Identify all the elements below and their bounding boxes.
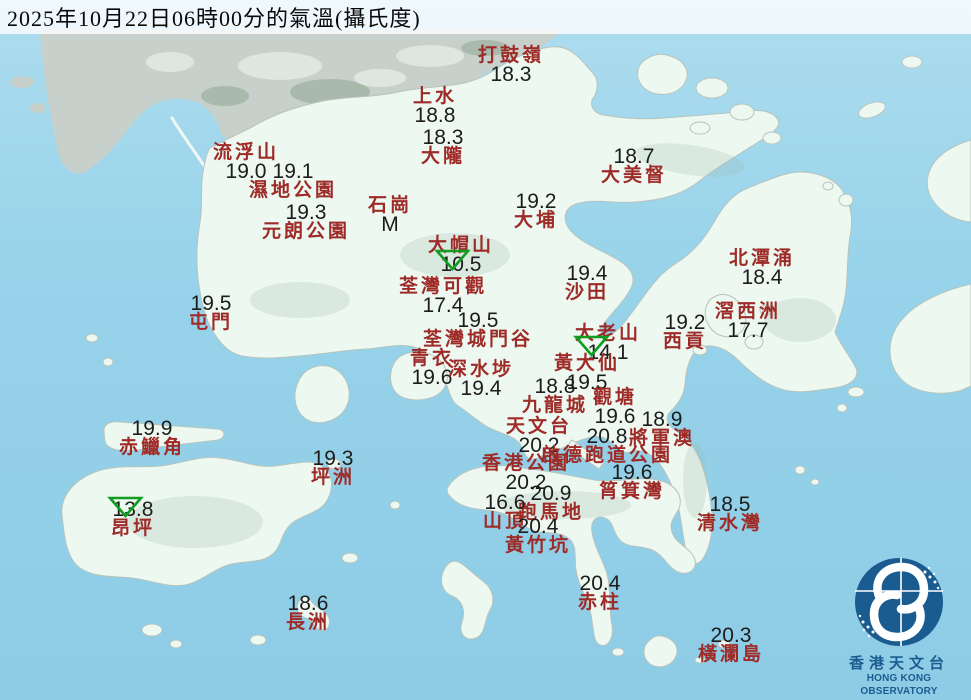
station-value: 19.6 bbox=[599, 463, 665, 482]
station-value: 18.8 bbox=[522, 377, 588, 396]
station-大埔: 19.2大埔 bbox=[514, 192, 558, 230]
logo-text-en: HONG KONG OBSERVATORY bbox=[829, 672, 969, 698]
station-value: 19.4 bbox=[565, 264, 609, 283]
title-bar: 2025年10月22日06時00分的氣溫(攝氏度) bbox=[0, 0, 971, 34]
station-value: 20.8 bbox=[541, 427, 673, 446]
station-value: 19.3 bbox=[311, 449, 355, 468]
station-大美督: 18.7大美督 bbox=[601, 147, 667, 185]
station-name: 屯門 bbox=[189, 313, 233, 332]
station-name: 筲箕灣 bbox=[599, 482, 665, 501]
station-name: 沙田 bbox=[565, 283, 609, 302]
station-value: 13.8 bbox=[111, 500, 155, 519]
station-name: 元朗公園 bbox=[262, 222, 350, 241]
station-筲箕灣: 19.6筲箕灣 bbox=[599, 463, 665, 501]
station-name: 荃灣城門谷 bbox=[423, 330, 533, 349]
station-value: 19.4 bbox=[448, 379, 514, 398]
station-value: 20.4 bbox=[578, 574, 622, 593]
station-赤柱: 20.4赤柱 bbox=[578, 574, 622, 612]
station-value: 19.2 bbox=[663, 313, 707, 332]
station-value: 18.6 bbox=[286, 594, 330, 613]
station-大隴: 18.3大隴 bbox=[421, 128, 465, 166]
station-name: 昂坪 bbox=[111, 519, 155, 538]
station-西貢: 19.2西貢 bbox=[663, 313, 707, 351]
station-name: 赤鱲角 bbox=[119, 438, 185, 457]
station-長洲: 18.6長洲 bbox=[286, 594, 330, 632]
hko-temperature-map-screen: 打鼓嶺18.3上水18.818.3大隴18.7大美督流浮山19.019.1濕地公… bbox=[0, 0, 971, 700]
station-value: 16.6 bbox=[483, 493, 527, 512]
station-value: 10.5 bbox=[428, 255, 494, 274]
station-name: 大埔 bbox=[514, 211, 558, 230]
station-value: 18.3 bbox=[421, 128, 465, 147]
hko-emblem-icon bbox=[851, 554, 947, 650]
station-name: 橫瀾島 bbox=[698, 645, 764, 664]
station-value: 18.8 bbox=[413, 106, 457, 125]
station-name: 西貢 bbox=[663, 332, 707, 351]
station-value: 18.5 bbox=[697, 495, 763, 514]
station-打鼓嶺: 打鼓嶺18.3 bbox=[478, 46, 544, 84]
station-屯門: 19.5屯門 bbox=[189, 294, 233, 332]
station-value: 20.3 bbox=[698, 626, 764, 645]
station-value: 19.9 bbox=[119, 419, 185, 438]
station-name: 黃竹坑 bbox=[505, 536, 571, 555]
station-赤鱲角: 19.9赤鱲角 bbox=[119, 419, 185, 457]
map-title: 2025年10月22日06時00分的氣溫(攝氏度) bbox=[0, 1, 421, 33]
station-value: 19.1 bbox=[249, 162, 337, 181]
station-荃灣城門谷: 19.5荃灣城門谷 bbox=[423, 311, 533, 349]
station-value: 18.4 bbox=[729, 268, 795, 287]
station-沙田: 19.4沙田 bbox=[565, 264, 609, 302]
station-name: 清水灣 bbox=[697, 514, 763, 533]
station-name: 濕地公園 bbox=[249, 181, 337, 200]
station-黃竹坑: 20.4黃竹坑 bbox=[505, 517, 571, 555]
station-value: M bbox=[368, 215, 412, 234]
station-深水埗: 深水埗19.4 bbox=[448, 360, 514, 398]
station-大帽山: 大帽山10.5 bbox=[428, 236, 494, 274]
station-name: 大隴 bbox=[421, 147, 465, 166]
station-name: 赤柱 bbox=[578, 593, 622, 612]
station-name: 長洲 bbox=[286, 613, 330, 632]
station-value: 20.9 bbox=[518, 484, 584, 503]
station-九龍城: 18.8九龍城 bbox=[522, 377, 588, 415]
station-橫瀾島: 20.3橫瀾島 bbox=[698, 626, 764, 664]
station-石崗: 石崗M bbox=[368, 196, 412, 234]
station-value: 18.3 bbox=[478, 65, 544, 84]
station-北潭涌: 北潭涌18.4 bbox=[729, 249, 795, 287]
station-昂坪: 13.8昂坪 bbox=[111, 500, 155, 538]
station-元朗公園: 19.3元朗公園 bbox=[262, 203, 350, 241]
station-value: 19.3 bbox=[262, 203, 350, 222]
station-value: 19.2 bbox=[514, 192, 558, 211]
station-清水灣: 18.5清水灣 bbox=[697, 495, 763, 533]
station-value: 17.7 bbox=[715, 321, 781, 340]
station-value: 19.5 bbox=[423, 311, 533, 330]
station-濕地公園: 19.1濕地公園 bbox=[249, 162, 337, 200]
logo-text-zh: 香港天文台 bbox=[829, 655, 969, 672]
station-name: 九龍城 bbox=[522, 396, 588, 415]
station-滘西洲: 滘西洲17.7 bbox=[715, 302, 781, 340]
station-上水: 上水18.8 bbox=[413, 87, 457, 125]
station-坪洲: 19.3坪洲 bbox=[311, 449, 355, 487]
hko-logo: 香港天文台 HONG KONG OBSERVATORY bbox=[829, 554, 969, 698]
station-name: 大美督 bbox=[601, 166, 667, 185]
station-value: 19.5 bbox=[189, 294, 233, 313]
station-value: 18.7 bbox=[601, 147, 667, 166]
station-name: 坪洲 bbox=[311, 468, 355, 487]
station-value: 20.4 bbox=[505, 517, 571, 536]
stations-layer: 打鼓嶺18.3上水18.818.3大隴18.7大美督流浮山19.019.1濕地公… bbox=[0, 0, 971, 700]
